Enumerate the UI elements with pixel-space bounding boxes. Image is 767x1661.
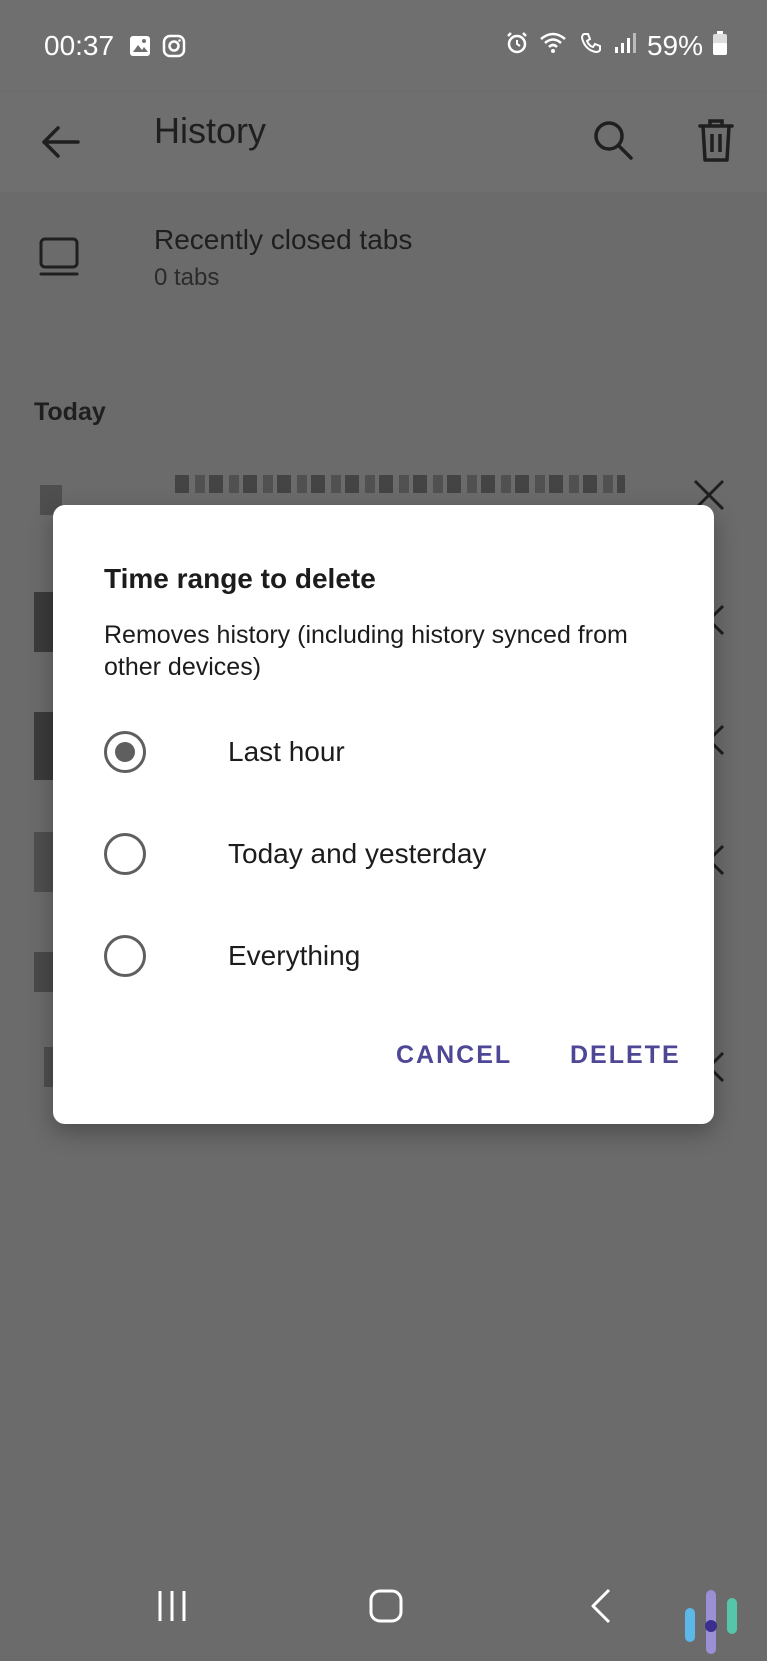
- battery-text: 59%: [646, 30, 703, 61]
- radio-button[interactable]: [104, 833, 146, 875]
- back-nav-icon[interactable]: [572, 1580, 632, 1632]
- wifi-call-icon: [539, 30, 569, 62]
- section-header-today: Today: [34, 398, 106, 426]
- option-label: Today and yesterday: [228, 838, 487, 869]
- tabs-icon: [38, 236, 82, 283]
- trash-icon[interactable]: [688, 112, 744, 168]
- status-time: 00:37: [44, 30, 115, 61]
- app-bar: History: [0, 92, 767, 192]
- option-label: Everything: [228, 940, 361, 971]
- call-icon: [579, 30, 603, 62]
- system-nav-bar: [0, 1552, 767, 1661]
- home-icon[interactable]: [356, 1580, 416, 1632]
- recently-closed-tabs-row[interactable]: Recently closed tabs 0 tabs: [0, 222, 767, 312]
- page-title: History: [154, 110, 267, 151]
- radio-button[interactable]: [104, 935, 146, 977]
- radio-button-selected[interactable]: [104, 731, 146, 773]
- option-everything[interactable]: Everything: [53, 911, 714, 1001]
- search-icon[interactable]: [585, 112, 641, 168]
- status-bar: 00:37 59%: [0, 0, 767, 92]
- delete-history-dialog: Time range to delete Removes history (in…: [53, 505, 714, 1124]
- battery-icon: [713, 30, 727, 62]
- dialog-description: Removes history (including history synce…: [104, 621, 628, 681]
- recent-apps-icon[interactable]: [142, 1580, 202, 1632]
- instagram-icon: [162, 34, 186, 58]
- watermark-logo-icon: [683, 1588, 739, 1656]
- alarm-icon: [505, 30, 529, 62]
- dialog-title: Time range to delete: [104, 563, 376, 594]
- signal-icon: [613, 30, 637, 62]
- recently-closed-title: Recently closed tabs: [154, 224, 413, 255]
- option-label: Last hour: [228, 736, 345, 767]
- cancel-button[interactable]: CANCEL: [386, 1035, 522, 1076]
- option-today-and-yesterday[interactable]: Today and yesterday: [53, 809, 714, 899]
- recently-closed-count: 0 tabs: [154, 264, 220, 291]
- image-icon: [128, 34, 152, 58]
- status-icons: 59%: [505, 30, 727, 62]
- option-last-hour[interactable]: Last hour: [53, 707, 714, 797]
- back-arrow-icon[interactable]: [32, 114, 88, 170]
- delete-button[interactable]: DELETE: [560, 1035, 691, 1076]
